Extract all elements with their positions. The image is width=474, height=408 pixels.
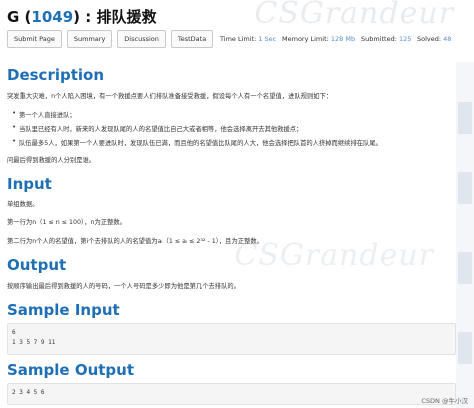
output-line-1: 按顺序输出最后得到救援的人的号码，一个人号码是多少即为他是第几个去排队的。 bbox=[7, 283, 240, 290]
sample-input-heading: Sample Input bbox=[7, 301, 120, 319]
rule-item: 第一个人直接进队； bbox=[19, 112, 76, 119]
summary-button[interactable]: Summary bbox=[66, 30, 113, 48]
bullet-dot: • bbox=[12, 109, 17, 117]
memory-limit-value: 128 Mb bbox=[330, 35, 356, 43]
rule-item: 队伍最多5人，如果第一个人要进队时，发现队伍已满，而且他的名望值比队尾的人大，他… bbox=[19, 140, 382, 147]
watermark-mid: CSGrandeur bbox=[234, 238, 434, 273]
rule-item: 当队里已经有人时，新来的人发现队尾的人的名望值比自己大或者相等，他会选择离开去其… bbox=[19, 126, 303, 133]
action-button-row: Submit Page Summary Discussion TestData bbox=[7, 30, 214, 48]
problem-name: 排队援救 bbox=[96, 8, 157, 26]
submitted-value: 125 bbox=[399, 35, 412, 43]
time-limit-value: 1 Sec bbox=[258, 35, 277, 43]
submit-page-button[interactable]: Submit Page bbox=[7, 30, 62, 48]
problem-letter: G bbox=[7, 8, 20, 26]
right-edge-bar bbox=[456, 62, 474, 408]
description-intro: 突发重大灾难，n个人陷入困境，有一个救援点要人们排队准备接受救援，假设每个人有一… bbox=[7, 93, 333, 100]
right-edge-block bbox=[458, 102, 472, 134]
input-line-2: 第一行为n（1 ≤ n ≤ 100），n为正整数。 bbox=[7, 219, 126, 226]
input-heading: Input bbox=[7, 175, 52, 193]
right-edge-block bbox=[458, 252, 472, 284]
bullet-dot: • bbox=[12, 137, 17, 145]
watermark-top: CSGrandeur bbox=[254, 0, 454, 31]
sample-output-box: 2 3 4 5 6 bbox=[7, 383, 456, 405]
solved-count: Solved: 48 bbox=[417, 35, 452, 43]
sample-input-line: 1 3 5 7 9 11 bbox=[12, 339, 56, 346]
right-edge-block bbox=[458, 172, 472, 204]
description-question: 问最后得到救援的人分别是谁。 bbox=[7, 157, 96, 164]
right-edge-block bbox=[458, 332, 472, 364]
discussion-button[interactable]: Discussion bbox=[117, 30, 166, 48]
input-line-3: 第二行为n个人的名望值，第i个去排队的人的名望值为aᵢ（1 ≤ aᵢ ≤ 2³²… bbox=[7, 238, 263, 245]
solved-value: 48 bbox=[443, 35, 452, 43]
bullet-dot: • bbox=[12, 123, 17, 131]
description-heading: Description bbox=[7, 66, 105, 84]
sample-output-line: 2 3 4 5 6 bbox=[12, 389, 45, 396]
memory-limit: Memory Limit: 128 Mb bbox=[282, 35, 356, 43]
testdata-button[interactable]: TestData bbox=[170, 30, 214, 48]
sample-input-box: 6 1 3 5 7 9 11 bbox=[7, 323, 456, 355]
submitted-count: Submitted: 125 bbox=[361, 35, 412, 43]
input-line-1: 单组数据。 bbox=[7, 201, 39, 208]
time-limit: Time Limit: 1 Sec bbox=[220, 35, 277, 43]
sample-output-heading: Sample Output bbox=[7, 361, 135, 379]
sample-input-line: 6 bbox=[12, 329, 16, 336]
problem-id-link[interactable]: 1049 bbox=[31, 8, 73, 26]
problem-title: G (1049) : 排队援救 bbox=[7, 8, 157, 26]
csdn-footer: CSDN @牛小汉 bbox=[421, 397, 468, 405]
output-heading: Output bbox=[7, 256, 67, 274]
